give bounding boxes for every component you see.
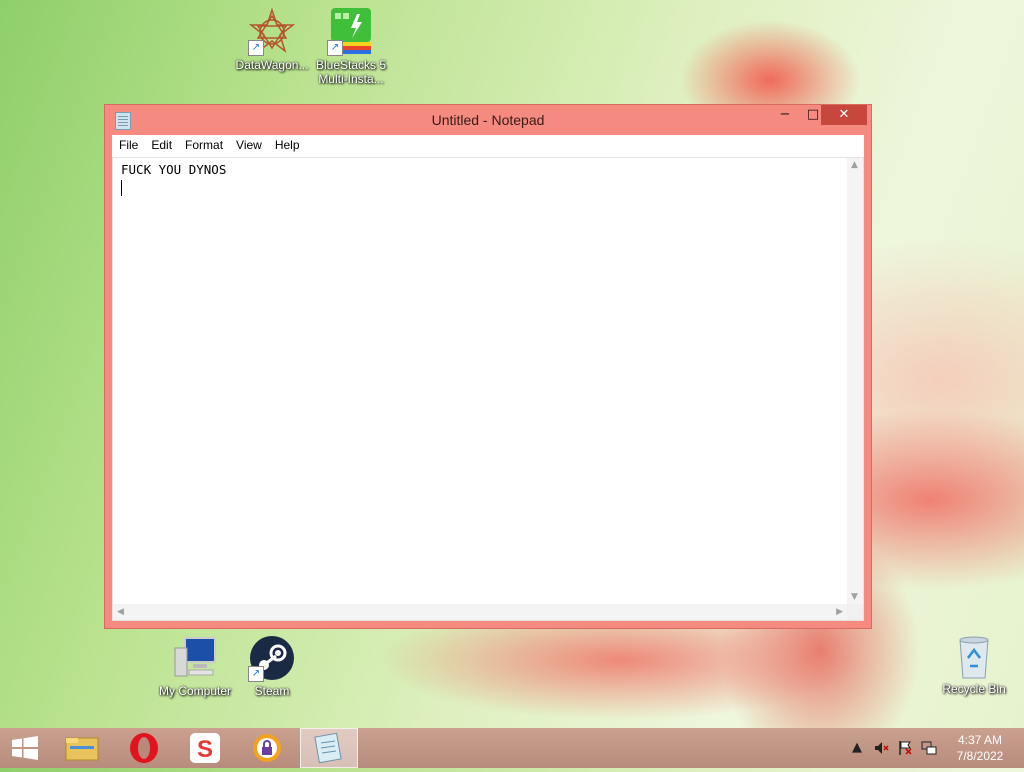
desktop-icon-label: Steam: [254, 684, 290, 698]
text-caret: [121, 180, 122, 196]
desktop-icon-my-computer[interactable]: My Computer: [155, 634, 235, 698]
windows-start-icon: [12, 736, 38, 760]
system-clock[interactable]: 4:37 AM 7/8/2022: [944, 732, 1016, 764]
shortcut-arrow-icon: ↗: [248, 40, 264, 56]
vertical-scrollbar[interactable]: ▲ ▼: [847, 158, 863, 604]
svg-text:S: S: [197, 736, 213, 763]
menu-format[interactable]: Format: [178, 135, 229, 152]
shortcut-arrow-icon: ↗: [248, 666, 264, 682]
taskbar-vpn[interactable]: [242, 728, 294, 768]
window-titlebar[interactable]: Untitled - Notepad − □ ✕: [105, 105, 871, 135]
notepad-icon: [314, 732, 342, 764]
window-title: Untitled - Notepad: [431, 112, 545, 128]
menu-bar: File Edit Format View Help: [112, 135, 864, 158]
minimize-button[interactable]: −: [771, 105, 799, 125]
menu-edit[interactable]: Edit: [144, 135, 178, 152]
menu-view[interactable]: View: [229, 135, 268, 152]
desktop-icon-recycle-bin[interactable]: Recycle Bin: [934, 632, 1014, 696]
volume-muted-icon[interactable]: [873, 740, 889, 760]
taskbar-opera[interactable]: [118, 728, 170, 768]
scroll-up-icon[interactable]: ▲: [851, 160, 858, 170]
network-icon[interactable]: [921, 740, 937, 760]
scroll-down-icon[interactable]: ▼: [851, 592, 858, 602]
vpn-lock-icon: [253, 734, 281, 762]
desktop-icon-label: My Computer: [158, 684, 232, 698]
datawagon-icon: ↗: [248, 7, 296, 56]
shortcut-arrow-icon: ↗: [327, 40, 343, 56]
size-grip[interactable]: [847, 604, 863, 620]
desktop-icon-datawagon[interactable]: ↗ DataWagon...: [232, 7, 312, 72]
desktop-icon-steam[interactable]: ↗ Steam: [232, 634, 312, 698]
computer-icon: [171, 634, 219, 682]
taskbar-notepad[interactable]: [300, 728, 358, 768]
action-center-flag-icon[interactable]: [897, 740, 913, 760]
app-s-icon: S: [190, 733, 220, 763]
file-explorer-icon: [65, 737, 99, 761]
menu-help[interactable]: Help: [268, 135, 306, 152]
bluestacks-icon: ↗: [327, 8, 375, 56]
start-button[interactable]: [0, 728, 52, 768]
editor-content[interactable]: FUCK YOU DYNOS: [121, 162, 226, 177]
scroll-left-icon[interactable]: ◀: [117, 607, 124, 617]
desktop-icon-label: BlueStacks 5 Multi-Insta...: [315, 58, 387, 86]
notepad-window[interactable]: Untitled - Notepad − □ ✕ File Edit Format V…: [104, 104, 872, 629]
menu-file[interactable]: File: [112, 135, 144, 152]
tray-chevron-icon[interactable]: ▲: [852, 740, 862, 755]
clock-time: 4:37 AM: [957, 733, 1003, 747]
desktop-icon-label: DataWagon...: [235, 58, 309, 72]
horizontal-scrollbar[interactable]: ◀ ▶: [113, 604, 847, 620]
taskbar-app-s[interactable]: S: [180, 728, 232, 768]
taskbar-file-explorer[interactable]: [56, 728, 108, 768]
text-editor[interactable]: FUCK YOU DYNOS ▲ ▼ ◀ ▶: [112, 157, 864, 621]
desktop-icon-label: Recycle Bin: [942, 682, 1006, 696]
scroll-right-icon[interactable]: ▶: [836, 607, 843, 617]
recycle-bin-icon: [950, 632, 998, 680]
clock-date: 7/8/2022: [956, 749, 1004, 763]
desktop-icon-bluestacks[interactable]: ↗ BlueStacks 5 Multi-Insta...: [311, 8, 391, 86]
opera-icon: [130, 733, 158, 763]
taskbar: S ▲ 4:37 AM 7/8/2022: [0, 728, 1024, 768]
close-button[interactable]: ✕: [821, 105, 867, 125]
steam-icon: ↗: [248, 634, 296, 682]
